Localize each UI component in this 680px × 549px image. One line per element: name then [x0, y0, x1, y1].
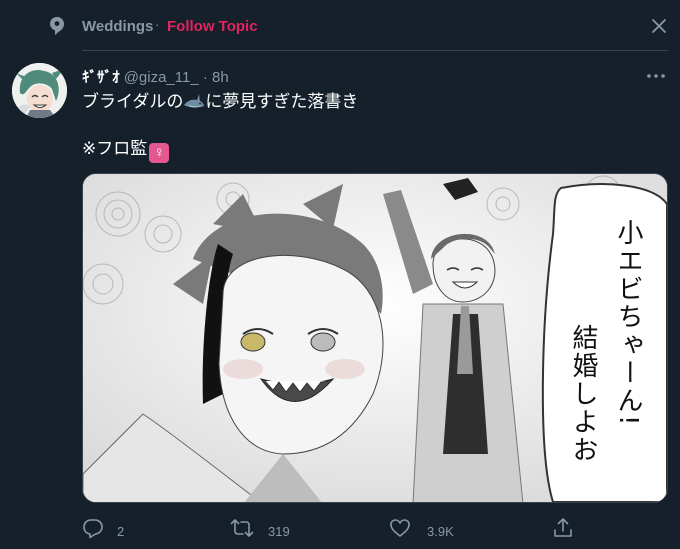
- topic-name[interactable]: Weddings: [82, 18, 153, 35]
- tweet-text: ブライダルの に夢見すぎた落書き: [82, 91, 358, 113]
- retweet-count: 319: [268, 524, 290, 539]
- tweet-actions: 2 319 3.9K: [0, 515, 680, 545]
- heart-icon: [390, 519, 410, 537]
- retweet-button[interactable]: 319: [230, 515, 300, 545]
- tweet-text-end: に夢見すぎた落書き: [205, 92, 359, 111]
- reply-button[interactable]: 2: [82, 515, 142, 545]
- reply-count: 2: [117, 524, 125, 539]
- display-name[interactable]: ｷﾞｻﾞｵ: [82, 69, 120, 86]
- time-separator: ·: [202, 69, 208, 86]
- topic-bar: Weddings · Follow Topic: [0, 0, 680, 52]
- tweet-header: ｷﾞｻﾞｵ @giza_11_ · 8h: [82, 66, 229, 86]
- topic-separator: ·: [155, 17, 160, 32]
- retweet-icon: [230, 519, 254, 537]
- share-button[interactable]: [552, 515, 576, 545]
- topic-divider: [82, 50, 668, 51]
- tweet-time[interactable]: 8h: [212, 69, 229, 86]
- more-icon[interactable]: [646, 72, 666, 80]
- female-sign-icon: ♀: [149, 143, 170, 163]
- speech-bubble: 小エビちゃーん! 結婚しよお: [541, 183, 667, 502]
- close-icon[interactable]: [651, 18, 667, 34]
- avatar[interactable]: [12, 63, 67, 118]
- follow-topic-button[interactable]: Follow Topic: [167, 18, 258, 35]
- user-handle[interactable]: @giza_11_: [124, 69, 199, 86]
- tweet-text-line2: ※フロ監 ♀: [82, 138, 170, 163]
- like-button[interactable]: 3.9K: [389, 515, 469, 545]
- speech-bubble-line2: 結婚しよお: [568, 324, 598, 464]
- reply-icon: [83, 519, 103, 539]
- speech-bubble-line1: 小エビちゃーん!: [613, 219, 643, 428]
- share-icon: [554, 518, 572, 537]
- tweet-text-start: ブライダルの: [82, 92, 184, 111]
- manga-illustration: 小エビちゃーん! 結婚しよお: [83, 174, 667, 502]
- like-count: 3.9K: [427, 524, 454, 539]
- tweet-line2-text: ※フロ監: [82, 139, 148, 158]
- topic-pin-icon: [50, 17, 64, 35]
- shark-emoji-icon: [184, 94, 205, 108]
- tweet-media-image[interactable]: 小エビちゃーん! 結婚しよお: [82, 173, 668, 503]
